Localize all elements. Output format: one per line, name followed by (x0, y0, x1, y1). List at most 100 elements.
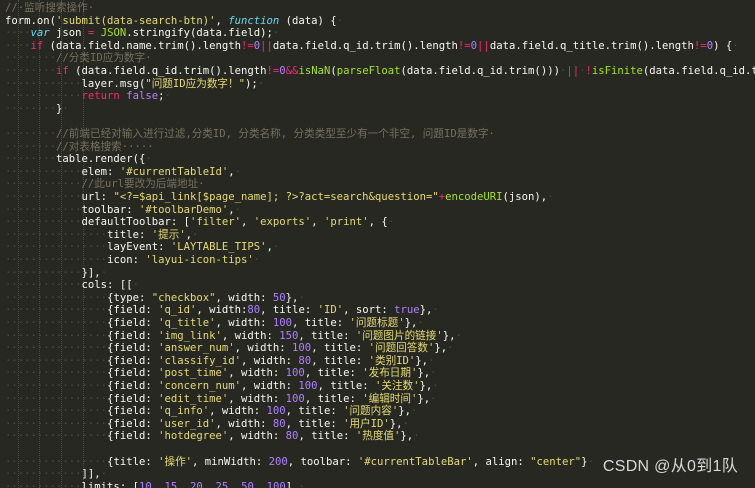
code-line[interactable]: ········table.render({· (5, 153, 755, 166)
code-token-string: 'classify_id' (158, 354, 242, 367)
code-token-string: '用户ID' (343, 417, 390, 430)
code-token-plain: , toolbar: (287, 455, 358, 468)
code-token-plain: json (49, 27, 88, 40)
code-token-ws: · (100, 266, 108, 279)
code-token-func: encodeURI (445, 191, 503, 203)
code-token-plain: layer.msg( (81, 77, 146, 90)
code-token-plain: , title: (285, 417, 344, 430)
code-line[interactable]: //·监听搜索操作· (5, 2, 755, 15)
code-line[interactable]: ············toolbar: '#toolbarDemo',· (5, 204, 755, 217)
code-token-string: '类别ID' (368, 354, 416, 367)
code-line[interactable]: ················{field: 'hotdegree', wid… (5, 430, 755, 443)
code-token-plain: , width: (228, 392, 286, 405)
code-token-ws: · (192, 228, 199, 241)
code-token-plain: table.render({ (56, 153, 146, 166)
code-token-plain: }, (404, 317, 418, 329)
code-line[interactable]: ················{field: 'img_link', widt… (5, 330, 755, 343)
code-line[interactable]: ················{field: 'edit_time', wid… (5, 393, 755, 406)
code-token-plain: , width: (221, 329, 280, 342)
code-token-plain: ]], (81, 468, 101, 481)
code-token-ws: · (164, 90, 171, 103)
code-token-ws: ················ (5, 417, 108, 430)
code-line[interactable]: form.on('submit(data-search-btn)', funct… (5, 15, 755, 28)
code-line[interactable]: ············elem: '#currentTableId',· (5, 166, 755, 179)
code-token-plain: }, (285, 291, 299, 304)
code-token-plain: }, (415, 354, 429, 367)
code-line[interactable]: ········}· (5, 103, 755, 116)
code-token-plain: data.field.q_title.trim().length (489, 39, 694, 52)
code-token-string: 'hotdegree' (158, 430, 229, 443)
code-token-number: false (126, 90, 159, 103)
code-token-ws: ················ (5, 405, 108, 418)
code-token-func: isFinite (591, 65, 643, 77)
code-line[interactable]: ················{field: 'q_title', width… (5, 317, 755, 330)
code-token-ws: ················ (5, 430, 108, 443)
code-token-plain: }, (419, 304, 433, 317)
code-token-plain: , title: (304, 392, 363, 405)
code-line[interactable]: ················{type: "checkbox", width… (5, 292, 755, 305)
code-line[interactable]: ············return false;· (5, 90, 755, 103)
code-token-ws: ········ (5, 140, 57, 153)
code-token-string: '#toolbarDemo' (138, 203, 229, 216)
code-line[interactable]: ············}],· (5, 267, 755, 280)
code-line[interactable]: ················{field: 'q_id', width:80… (5, 304, 755, 317)
code-token-ws: · (432, 304, 439, 317)
code-line[interactable]: ············limits: [10, 15, 20, 25, 50,… (5, 481, 755, 488)
csdn-watermark: CSDN @从0到1队 (602, 458, 738, 475)
code-token-ws: ············ (5, 178, 82, 191)
code-token-plain: , width: (241, 354, 299, 367)
code-editor[interactable]: //·监听搜索操作· form.on('submit(data-search-bt… (0, 0, 755, 488)
code-token-string: "center" (530, 455, 582, 468)
code-token-ws: · (447, 342, 454, 355)
code-token-plain: , width: (228, 430, 286, 443)
code-token-ws: · (253, 254, 261, 266)
code-token-string: '问题内容' (343, 405, 399, 418)
code-line[interactable]: ············url: "<?=$api_link[$page_nam… (5, 191, 755, 204)
code-line[interactable]: ····var json = JSON.stringify(data.field… (5, 27, 755, 40)
code-token-keyword: return (81, 90, 120, 103)
code-line[interactable]: ················{field: 'user_id', width… (5, 418, 755, 431)
code-token-ws: ········ (5, 102, 57, 115)
code-token-ws: ················ (5, 254, 108, 266)
code-line[interactable]: ········//对表格搜索····· (5, 141, 755, 154)
code-token-plain: , title: (298, 430, 356, 443)
code-token-ws: · (410, 405, 418, 418)
code-token-ws: · (132, 279, 139, 292)
code-line[interactable]: ················icon: 'layui-icon-tips'· (5, 254, 755, 267)
code-token-ws: ···· (5, 39, 31, 52)
code-token-string: '#currentTableBar' (357, 455, 473, 468)
code-line[interactable]: ········//分类ID应为数字· (5, 52, 755, 65)
code-token-ws: · (145, 153, 152, 166)
code-token-string: 'exports' (253, 216, 312, 229)
code-token-plain: }, (417, 392, 431, 405)
code-token-plain: , (202, 480, 216, 488)
code-token-string: 'LAYTABLE_TIPS' (170, 241, 267, 254)
code-line[interactable] (5, 115, 755, 128)
code-token-plain: , width: (196, 304, 248, 317)
code-line[interactable]: ················layEvent: 'LAYTABLE_TIPS… (5, 241, 755, 254)
code-line[interactable]: ················{field: 'concern_num', w… (5, 380, 755, 393)
code-line[interactable]: ················{field: 'classify_id', w… (5, 355, 755, 368)
code-line[interactable]: ················{field: 'q_info', width:… (5, 405, 755, 418)
code-token-ws: · (298, 291, 305, 304)
code-line[interactable]: ················{field: 'answer_num', wi… (5, 342, 755, 355)
code-token-plain: , width: (241, 380, 299, 392)
code-token-ws: ················ (5, 317, 108, 329)
code-token-string: 'post_time' (158, 367, 229, 380)
code-line[interactable]: ········if (data.field.q_id.trim().lengt… (5, 65, 755, 78)
code-token-number: 50 (272, 291, 286, 304)
code-line[interactable]: ········//前端已经对输入进行过滤,分类ID, 分类名称, 分类类型至少… (5, 128, 755, 141)
code-line[interactable]: ············layer.msg("问题ID应为数字！");· (5, 78, 755, 91)
code-token-plain: {field: (107, 329, 159, 342)
code-line[interactable]: ············//此url要改为后端地址· (5, 178, 755, 191)
code-token-number: 80 (247, 304, 261, 317)
code-token-plain: }, (419, 380, 433, 392)
code-token-plain: {field: (107, 317, 159, 329)
code-line[interactable]: ············defaultToolbar: ['filter', '… (5, 216, 755, 229)
code-line[interactable]: ················{field: 'post_time', wid… (5, 367, 755, 380)
code-token-ws: · (413, 430, 420, 443)
code-token-plain: {field: (107, 430, 159, 443)
code-line[interactable]: ················title: '提示',· (5, 229, 755, 242)
code-line[interactable]: ····if (data.field.name.trim().length!=0… (5, 40, 755, 53)
code-line[interactable]: ············cols: [[· (5, 279, 755, 292)
